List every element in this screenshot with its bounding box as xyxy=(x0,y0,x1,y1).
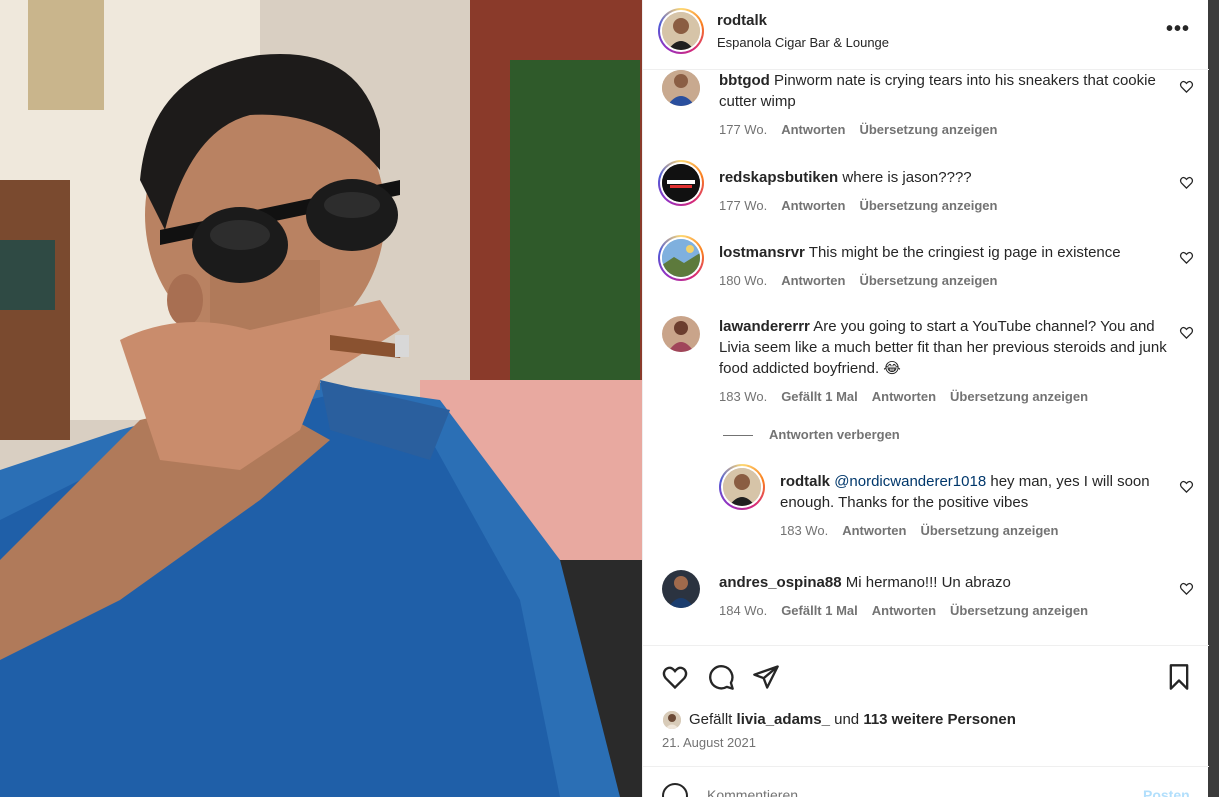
translate-button[interactable]: Übersetzung anzeigen xyxy=(950,603,1088,618)
post-date[interactable]: 21. August 2021 xyxy=(662,735,756,750)
comment-username[interactable]: lostmansrvr xyxy=(719,244,805,261)
translate-button[interactable]: Übersetzung anzeigen xyxy=(859,198,997,213)
comment-age: 183 Wo. xyxy=(719,389,768,404)
likes-prefix: Gefällt xyxy=(689,711,733,728)
author-avatar[interactable] xyxy=(658,8,704,54)
comment-age: 184 Wo. xyxy=(719,603,768,618)
comment-like-icon[interactable] xyxy=(1179,325,1194,340)
comment-age: 177 Wo. xyxy=(719,122,768,137)
comment-username[interactable]: bbtgod xyxy=(719,72,770,89)
comment-input[interactable]: Kommentieren ... xyxy=(707,787,814,797)
reply-button[interactable]: Antworten xyxy=(781,273,845,288)
reply-button[interactable]: Antworten xyxy=(842,523,906,538)
comment-body: where is jason???? xyxy=(842,169,972,186)
commenter-avatar[interactable] xyxy=(662,70,700,106)
comment-text: lostmansrvr This might be the cringiest … xyxy=(719,242,1169,263)
reply-text: rodtalk @nordicwanderer1018 hey man, yes… xyxy=(780,471,1180,513)
reply-age: 183 Wo. xyxy=(780,523,829,538)
post-header: rodtalk Espanola Cigar Bar & Lounge ••• xyxy=(643,0,1209,70)
likes-summary: Gefällt livia_adams_ und 113 weitere Per… xyxy=(689,711,1016,728)
reply-button[interactable]: Antworten xyxy=(781,122,845,137)
comment-like-icon[interactable] xyxy=(1179,250,1194,265)
comment-age: 177 Wo. xyxy=(719,198,768,213)
comment-text: bbtgod Pinworm nate is crying tears into… xyxy=(719,70,1169,112)
post-actions: Gefällt livia_adams_ und 113 weitere Per… xyxy=(643,645,1209,765)
author-username[interactable]: rodtalk xyxy=(717,12,767,29)
comment-username[interactable]: redskapsbutiken xyxy=(719,169,838,186)
reply-avatar[interactable] xyxy=(719,464,765,510)
translate-button[interactable]: Übersetzung anzeigen xyxy=(920,523,1058,538)
reply-button[interactable]: Antworten xyxy=(872,603,936,618)
comment-age: 180 Wo. xyxy=(719,273,768,288)
hide-replies-button[interactable]: Antworten verbergen xyxy=(723,427,900,442)
comment-like-icon[interactable] xyxy=(1179,175,1194,190)
commenter-avatar[interactable] xyxy=(658,160,704,206)
reply-button[interactable]: Antworten xyxy=(872,389,936,404)
share-icon[interactable] xyxy=(752,663,780,691)
comment-text: andres_ospina88 Mi hermano!!! Un abrazo xyxy=(719,572,1169,593)
bookmark-icon[interactable] xyxy=(1165,663,1193,691)
comment-meta: 180 Wo. Antworten Übersetzung anzeigen xyxy=(719,273,1011,288)
comment-username[interactable]: lawandererrr xyxy=(719,318,810,335)
comment-body: Mi hermano!!! Un abrazo xyxy=(845,574,1011,591)
translate-button[interactable]: Übersetzung anzeigen xyxy=(859,122,997,137)
commenter-avatar[interactable] xyxy=(662,570,700,608)
comment-like-count[interactable]: Gefällt 1 Mal xyxy=(781,603,858,618)
comment-like-count[interactable]: Gefällt 1 Mal xyxy=(781,389,858,404)
comment-text: lawandererrr Are you going to start a Yo… xyxy=(719,316,1169,379)
comment-meta: 183 Wo. Gefällt 1 Mal Antworten Übersetzung… xyxy=(719,389,1102,404)
comment-meta: 177 Wo. Antworten Übersetzung anzeigen xyxy=(719,122,1011,137)
hide-replies-label: Antworten verbergen xyxy=(769,427,900,442)
likes-others-link[interactable]: 113 weitere Personen xyxy=(863,711,1016,728)
reply-mention[interactable]: @nordicwanderer1018 xyxy=(834,473,986,490)
comment-like-icon[interactable] xyxy=(1179,581,1194,596)
comment-like-icon[interactable] xyxy=(1179,479,1194,494)
reply-button[interactable]: Antworten xyxy=(781,198,845,213)
likes-user-link[interactable]: livia_adams_ xyxy=(737,711,830,728)
heart-icon[interactable] xyxy=(661,663,689,691)
reply-meta: 183 Wo. Antworten Übersetzung anzeigen xyxy=(780,523,1072,538)
comment-body: Pinworm nate is crying tears into his sn… xyxy=(719,72,1156,110)
post-location[interactable]: Espanola Cigar Bar & Lounge xyxy=(717,35,889,50)
comment-username[interactable]: andres_ospina88 xyxy=(719,574,842,591)
comment-meta: 177 Wo. Antworten Übersetzung anzeigen xyxy=(719,198,1011,213)
liker-avatar[interactable] xyxy=(661,709,683,731)
post-image xyxy=(0,0,642,797)
emoji-icon[interactable] xyxy=(662,783,688,797)
likes-middle: und xyxy=(834,711,860,728)
comment-meta: 184 Wo. Gefällt 1 Mal Antworten Übersetzung… xyxy=(719,603,1102,618)
comment-input-bar: Kommentieren ... Posten xyxy=(643,766,1209,797)
comment-text: redskapsbutiken where is jason???? xyxy=(719,167,1169,188)
commenter-avatar[interactable] xyxy=(658,235,704,281)
translate-button[interactable]: Übersetzung anzeigen xyxy=(859,273,997,288)
reply-username[interactable]: rodtalk xyxy=(780,473,830,490)
post-button[interactable]: Posten xyxy=(1143,787,1190,797)
divider-line xyxy=(723,435,753,437)
commenter-avatar[interactable] xyxy=(662,316,700,352)
post-panel: rodtalk Espanola Cigar Bar & Lounge ••• … xyxy=(642,0,1209,797)
comment-body: This might be the cringiest ig page in e… xyxy=(808,244,1121,261)
comment-icon[interactable] xyxy=(707,663,735,691)
background-strip xyxy=(1208,0,1219,797)
more-horizontal-icon[interactable]: ••• xyxy=(1163,16,1193,42)
translate-button[interactable]: Übersetzung anzeigen xyxy=(950,389,1088,404)
comment-like-icon[interactable] xyxy=(1179,79,1194,94)
